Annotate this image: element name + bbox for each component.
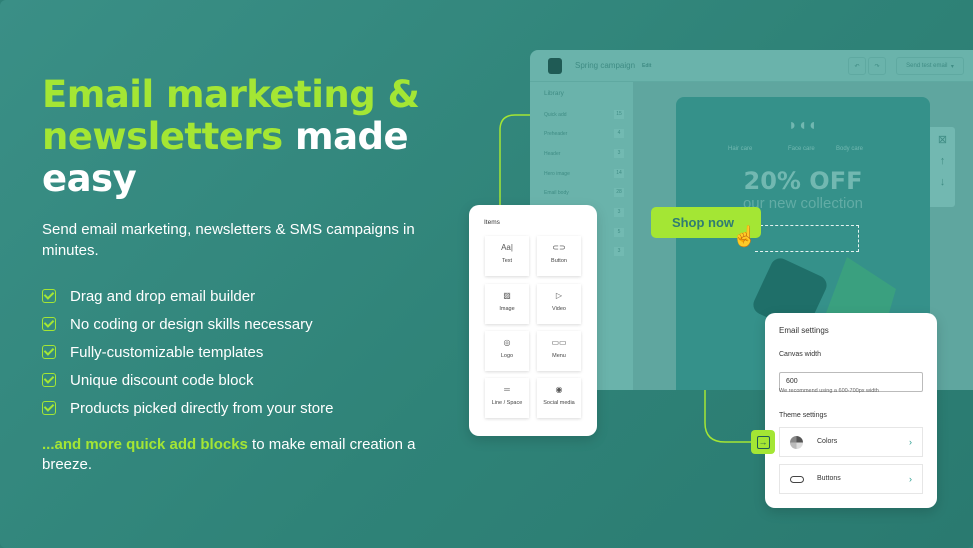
move-down-icon[interactable]: ↓ <box>930 176 955 188</box>
tile-label: Menu <box>552 353 566 359</box>
editor-topbar: Spring campaign Edit ↶ ↷ Send test email… <box>530 50 973 82</box>
feature-label: Fully-customizable templates <box>70 343 264 361</box>
item-tile-menu[interactable]: ▭▭ Menu <box>537 331 581 371</box>
email-nav-item: Face care <box>788 146 815 152</box>
tile-label: Video <box>552 306 566 312</box>
campaign-title: Spring campaign <box>575 61 636 70</box>
tile-label: Image <box>499 306 515 312</box>
feature-label: Products picked directly from your store <box>70 399 334 417</box>
checkbox-icon <box>42 373 56 387</box>
checkbox-icon <box>42 345 56 359</box>
feature-label: Drag and drop email builder <box>70 287 256 305</box>
library-item[interactable]: Quick add 15 <box>544 110 624 119</box>
checkbox-icon <box>42 317 56 331</box>
item-tile-video[interactable]: ▷ Video <box>537 284 581 324</box>
text-icon: Aa| <box>501 243 513 252</box>
image-icon: ▨ <box>503 291 511 300</box>
buttons-row[interactable]: Buttons › <box>779 464 923 494</box>
colors-row[interactable]: Colors › <box>779 427 923 457</box>
subtitle: Send email marketing, newsletters & SMS … <box>42 221 415 259</box>
social-icon: ◉ <box>555 385 563 394</box>
theme-heading: Theme settings <box>779 412 827 419</box>
item-tile-logo[interactable]: ◎ Logo <box>485 331 529 371</box>
edit-link[interactable]: Edit <box>642 63 651 69</box>
tile-label: Logo <box>500 353 514 359</box>
line-icon: ═ <box>504 385 510 394</box>
email-nav-item: Hair care <box>728 146 753 152</box>
library-item[interactable]: Hero image 14 <box>544 169 624 178</box>
items-panel: Items Aa| Text ⊂⊃ Button ▨ Image ▷ Video ◎ Lo… <box>469 205 597 436</box>
feature-item: No coding or design skills necessary <box>42 310 333 338</box>
tile-label: Social media <box>543 400 575 406</box>
items-heading: Items <box>484 219 500 226</box>
feature-list: Drag and drop email builder No coding or… <box>42 282 333 422</box>
item-tile-social-media[interactable]: ◉ Social media <box>537 378 581 418</box>
pie-icon <box>790 436 803 449</box>
enter-arrow-icon: → <box>751 430 775 454</box>
block-actions: ⊠ ↑ ↓ <box>930 127 955 207</box>
tile-label: Line / Space <box>491 400 523 406</box>
feature-label: No coding or design skills necessary <box>70 315 313 333</box>
move-up-icon[interactable]: ↑ <box>930 155 955 167</box>
hand-cursor-icon: ☝ <box>732 226 757 248</box>
canvas-width-label: Canvas width <box>779 351 822 358</box>
chevron-right-icon: › <box>909 437 912 447</box>
library-heading: Library <box>544 90 564 97</box>
send-label: Send test email <box>906 63 948 69</box>
button-icon: ⊂⊃ <box>552 243 566 252</box>
logo-icon: ◎ <box>503 338 511 347</box>
drop-target <box>755 225 859 252</box>
email-headline: 20% OFF <box>743 167 863 195</box>
item-tile-image[interactable]: ▨ Image <box>485 284 529 324</box>
canvas-width-hint: We recommend using a 600-700px width <box>779 388 879 394</box>
item-tile-text[interactable]: Aa| Text <box>485 236 529 276</box>
feature-label: Unique discount code block <box>70 371 254 389</box>
email-settings-panel: Email settings Canvas width 600 We recom… <box>765 313 937 508</box>
send-test-email-button[interactable]: Send test email ▾ <box>896 57 964 75</box>
tile-label: Text <box>501 258 513 264</box>
app-logo <box>548 58 562 74</box>
chevron-right-icon: › <box>909 474 912 484</box>
menu-icon: ▭▭ <box>551 338 567 347</box>
item-tile-line-space[interactable]: ═ Line / Space <box>485 378 529 418</box>
library-item[interactable]: Header 3 <box>544 149 624 158</box>
checkbox-icon <box>42 401 56 415</box>
button-icon <box>790 476 804 483</box>
undo-button[interactable]: ↶ <box>848 57 866 75</box>
email-nav-item: Body care <box>836 146 864 152</box>
library-item[interactable]: Email body 28 <box>544 188 624 197</box>
feature-item: Unique discount code block <box>42 366 333 394</box>
video-icon: ▷ <box>555 291 563 300</box>
more-text: ...and more quick add blocks to make ema… <box>42 436 416 473</box>
row-label: Buttons <box>817 475 841 482</box>
page-title: Email marketing & newsletters made easy <box>42 73 420 200</box>
brand-logo: ◗◖◖ <box>788 117 817 134</box>
tile-label: Button <box>551 258 567 264</box>
delete-icon[interactable]: ⊠ <box>930 133 955 146</box>
settings-heading: Email settings <box>779 326 829 335</box>
connector-line <box>704 388 755 443</box>
checkbox-icon <box>42 289 56 303</box>
redo-button[interactable]: ↷ <box>868 57 886 75</box>
feature-item: Products picked directly from your store <box>42 394 333 422</box>
feature-item: Fully-customizable templates <box>42 338 333 366</box>
row-label: Colors <box>817 438 838 445</box>
feature-item: Drag and drop email builder <box>42 282 333 310</box>
item-tile-button[interactable]: ⊂⊃ Button <box>537 236 581 276</box>
library-item[interactable]: Preheader 4 <box>544 129 624 138</box>
